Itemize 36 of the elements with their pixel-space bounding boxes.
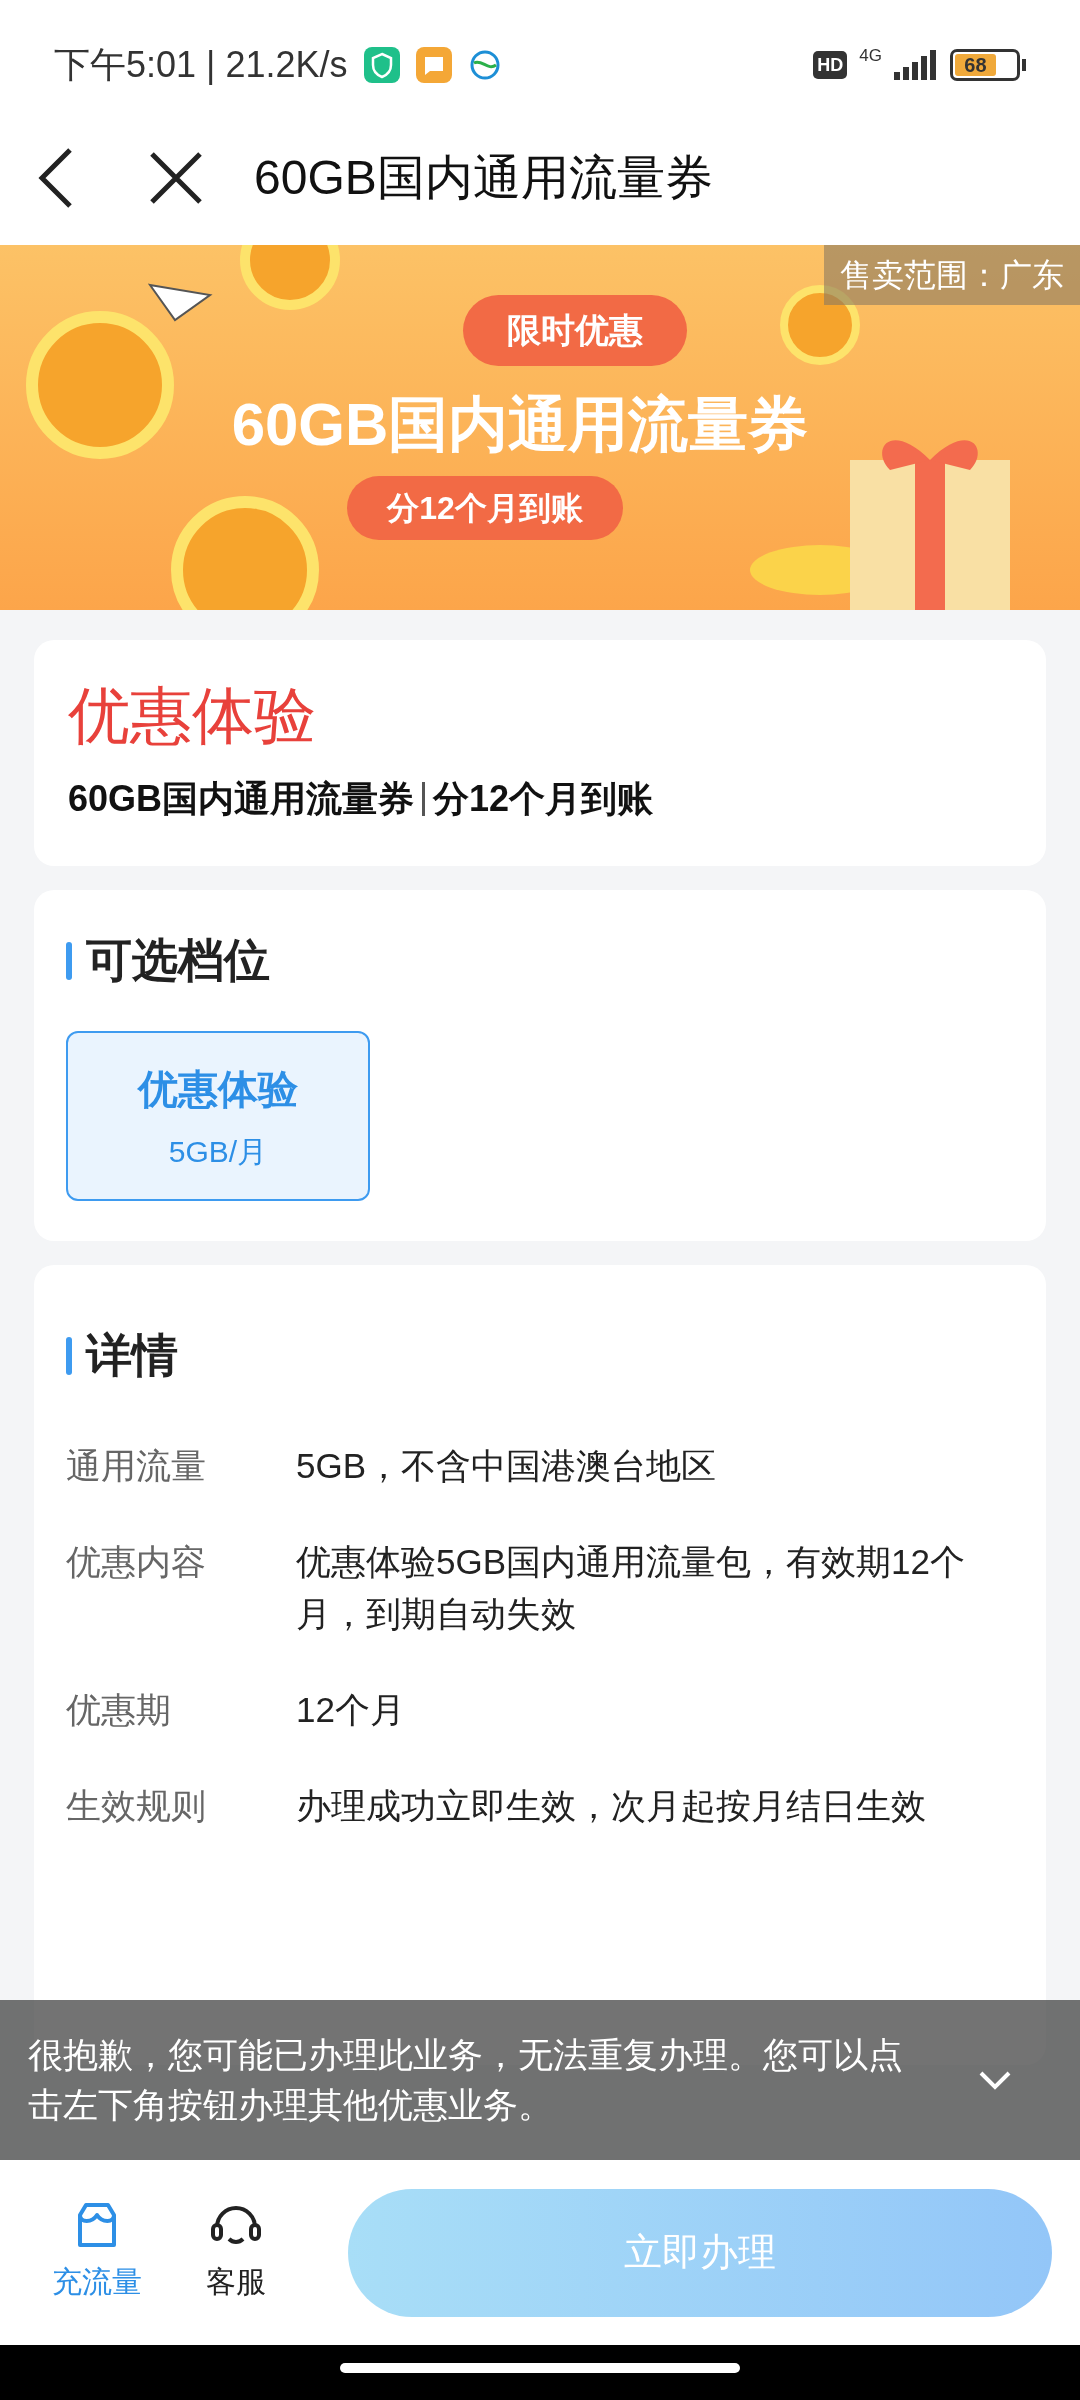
section-title: 详情 (86, 1328, 178, 1383)
detail-value: 12个月 (296, 1689, 406, 1731)
detail-value: 办理成功立即生效，次月起按月结日生效 (296, 1785, 927, 1827)
tier-size: 5GB/月 (168, 1133, 268, 1170)
bottom-tab[interactable]: 客服 (166, 2201, 306, 2304)
tier-name: 优惠体验 (138, 1065, 298, 1113)
detail-label: 优惠内容 (66, 1541, 207, 1583)
signal-icon (894, 50, 938, 80)
page-title: 60GB国内通用流量券 (254, 149, 713, 206)
chevron-down-icon[interactable] (978, 2070, 1012, 2090)
offer-note: 分12个月到账 (433, 777, 654, 821)
close-icon[interactable] (148, 149, 204, 206)
tier-option[interactable]: 优惠体验 5GB/月 (66, 1031, 370, 1201)
toast-message: 很抱歉，您可能已办理此业务，无法重复办理。您可以点击左下角按钮办理其他优惠业务。 (28, 2034, 904, 2126)
hd-badge: HD (813, 51, 848, 79)
banner-tag: 限时优惠 (463, 295, 687, 366)
offer-name: 优惠体验 (68, 680, 317, 752)
bottom-tab[interactable]: 充流量 (28, 2201, 167, 2304)
detail-value: 优惠体验5GB国内通用流量包，有效期12个月，到期自动失效 (296, 1541, 966, 1635)
message-app-icon (415, 47, 452, 83)
section-accent-bar (66, 1336, 72, 1375)
banner-subline: 分12个月到账 (347, 476, 623, 540)
network-type: 4G (859, 45, 882, 68)
detail-label: 优惠期 (66, 1689, 172, 1731)
battery-indicator: 68 (950, 49, 1026, 81)
offer-product: 60GB国内通用流量券 (68, 777, 415, 821)
sales-region-label: 售卖范围：广东 (824, 245, 1080, 305)
detail-label: 生效规则 (66, 1785, 207, 1827)
detail-label: 通用流量 (66, 1445, 207, 1487)
detail-value: 5GB，不含中国港澳台地区 (296, 1445, 718, 1487)
section-accent-bar (66, 941, 72, 980)
paper-plane-drawing (147, 283, 213, 322)
shield-app-icon (363, 47, 400, 83)
section-title: 可选档位 (86, 933, 270, 988)
banner-headline: 60GB国内通用流量券 (231, 390, 809, 460)
status-time: 下午5:01 | 21.2K/s (54, 43, 348, 87)
